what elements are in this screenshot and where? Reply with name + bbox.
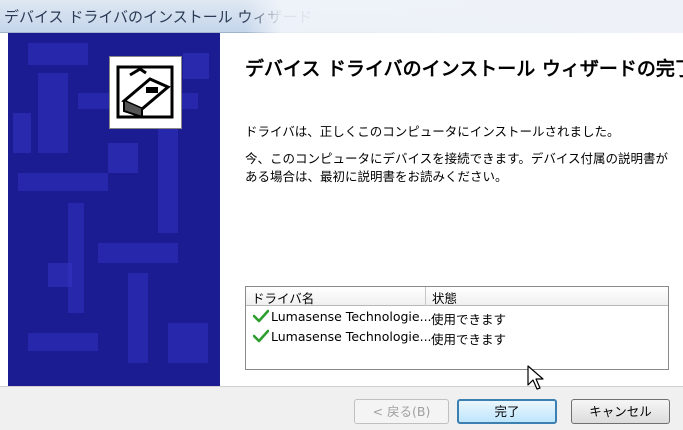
wizard-hardware-icon xyxy=(109,56,182,129)
driver-name: Lumasense Technologie... xyxy=(271,309,432,324)
table-row[interactable]: Lumasense Technologie... 使用できます xyxy=(246,327,668,347)
wizard-heading: デバイス ドライバのインストール ウィザードの完了 xyxy=(245,58,683,80)
driver-status: 使用できます xyxy=(431,332,507,347)
mouse-cursor-icon xyxy=(527,365,544,390)
back-button[interactable]: < 戻る(B) xyxy=(354,399,449,424)
driver-name: Lumasense Technologie... xyxy=(271,329,432,344)
cancel-button[interactable]: キャンセル xyxy=(571,399,670,424)
driver-status: 使用できます xyxy=(431,312,507,327)
column-header-status[interactable]: 状態 xyxy=(432,288,457,307)
title-bar: デバイス ドライバのインストール ウィザード xyxy=(0,0,683,33)
driver-list-header: ドライバ名 状態 xyxy=(246,287,668,306)
install-success-message: ドライバは、正しくこのコンピュータにインストールされました。 xyxy=(245,124,620,139)
column-header-driver-name[interactable]: ドライバ名 xyxy=(252,288,314,307)
driver-list[interactable]: ドライバ名 状態 Lumasense Technologie... 使用できます… xyxy=(245,286,669,370)
table-row[interactable]: Lumasense Technologie... 使用できます xyxy=(246,307,668,327)
finish-button[interactable]: 完了 xyxy=(457,399,557,424)
connect-device-message: 今、このコンピュータにデバイスを接続できます。デバイス付属の説明書がある場合は、… xyxy=(245,151,669,184)
column-divider[interactable] xyxy=(425,287,426,306)
green-check-icon xyxy=(253,329,269,343)
green-check-icon xyxy=(253,309,269,323)
title-bar-gradient xyxy=(245,0,683,33)
